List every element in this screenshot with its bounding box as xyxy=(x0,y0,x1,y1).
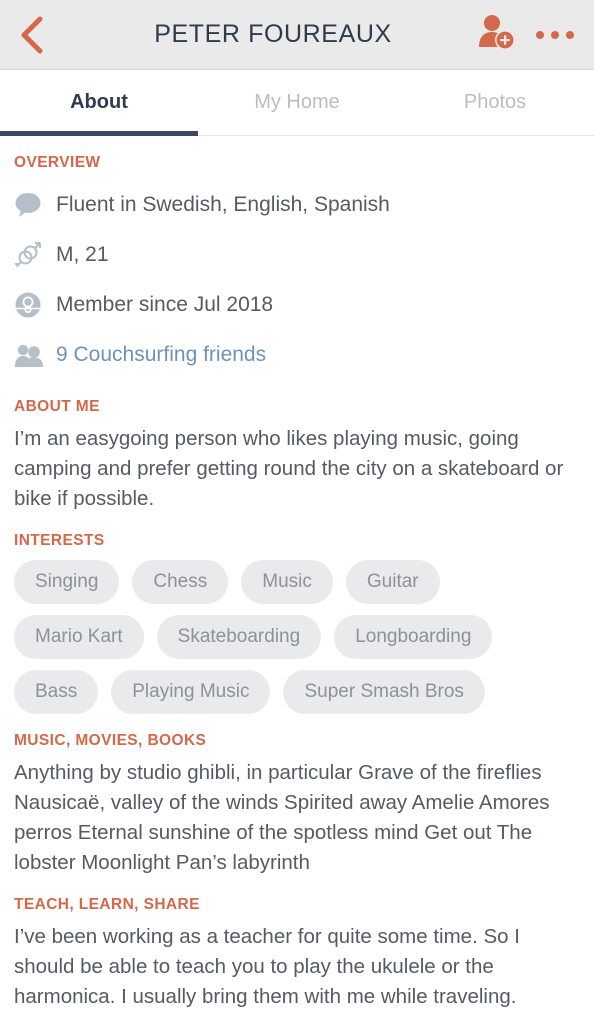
overview-gender-age-text: M, 21 xyxy=(56,243,109,266)
more-options-icon xyxy=(536,30,574,39)
about-me-text: I’m an easygoing person who likes playin… xyxy=(14,427,564,510)
add-friend-button[interactable] xyxy=(474,12,520,58)
tab-about[interactable]: About xyxy=(0,70,198,136)
teach-learn-share-heading: TEACH, LEARN, SHARE xyxy=(14,896,200,913)
music-movies-books-text: Anything by studio ghibli, in particular… xyxy=(14,761,550,874)
friends-icon xyxy=(14,342,56,368)
overview-row-languages: Fluent in Swedish, English, Spanish xyxy=(14,180,580,230)
overview-languages-text: Fluent in Swedish, English, Spanish xyxy=(56,193,390,216)
overview-row-member-since: Member since Jul 2018 xyxy=(14,280,580,330)
back-button[interactable] xyxy=(0,0,62,70)
interest-tag[interactable]: Music xyxy=(241,560,333,604)
member-badge-icon xyxy=(14,291,56,319)
overview-member-since-text: Member since Jul 2018 xyxy=(56,293,274,316)
tab-photos-label: Photos xyxy=(463,91,527,113)
overview-list: Fluent in Swedish, English, Spanish M, 2… xyxy=(14,180,580,380)
gender-icon xyxy=(14,241,56,269)
overview-friends-link[interactable]: 9 Couchsurfing friends xyxy=(56,343,266,367)
teach-learn-share-text: I’ve been working as a teacher for quite… xyxy=(14,925,520,1008)
chevron-left-icon xyxy=(18,16,44,54)
interest-tag[interactable]: Chess xyxy=(132,560,229,604)
about-me-heading: ABOUT ME xyxy=(14,398,100,415)
overview-row-friends[interactable]: 9 Couchsurfing friends xyxy=(14,330,580,380)
profile-tabs: About My Home Photos xyxy=(0,70,594,136)
interest-tag[interactable]: Guitar xyxy=(345,560,440,604)
profile-content: OVERVIEW Fluent in Swedish, English, Spa… xyxy=(0,154,594,1012)
interests-heading: INTERESTS xyxy=(14,532,105,549)
interest-tag[interactable]: Bass xyxy=(14,670,99,714)
tab-about-label: About xyxy=(70,91,128,113)
interest-tag[interactable]: Singing xyxy=(14,560,120,604)
interest-tag[interactable]: Playing Music xyxy=(111,670,271,714)
interests-tag-list: Singing Chess Music Guitar Mario Kart Sk… xyxy=(14,560,580,714)
tab-my-home-label: My Home xyxy=(254,91,340,113)
music-movies-books-heading: MUSIC, MOVIES, BOOKS xyxy=(14,732,207,749)
interest-tag[interactable]: Mario Kart xyxy=(14,615,144,659)
page-title: PETER FOUREAUX xyxy=(154,20,392,48)
app-header: PETER FOUREAUX xyxy=(0,0,594,70)
tab-my-home[interactable]: My Home xyxy=(198,70,396,135)
tab-photos[interactable]: Photos xyxy=(396,70,594,135)
interest-tag[interactable]: Skateboarding xyxy=(156,615,322,659)
interest-tag[interactable]: Longboarding xyxy=(334,615,493,659)
overview-row-gender-age: M, 21 xyxy=(14,230,580,280)
overview-heading: OVERVIEW xyxy=(14,154,101,171)
header-actions xyxy=(474,12,594,58)
add-friend-icon xyxy=(477,13,517,56)
interest-tag[interactable]: Super Smash Bros xyxy=(283,670,485,714)
more-options-button[interactable] xyxy=(530,12,580,58)
speech-bubble-icon xyxy=(14,192,56,218)
